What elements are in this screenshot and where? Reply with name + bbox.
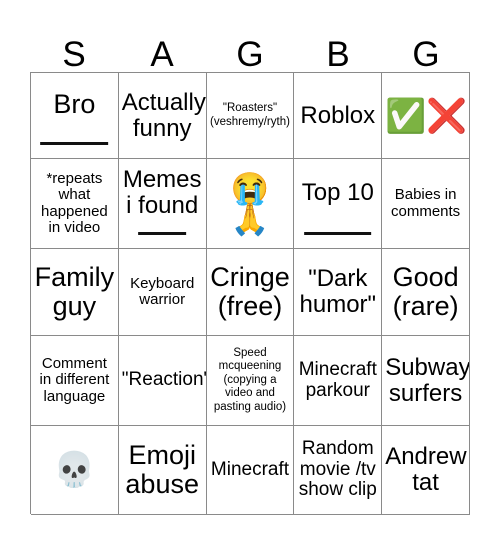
- bingo-cell-label: 😭 🙏: [230, 170, 270, 237]
- bingo-cell-label: Random movie /tv show clip: [298, 438, 377, 501]
- bingo-cell[interactable]: "Reaction": [118, 336, 207, 426]
- bingo-header-row: S A G B G: [30, 24, 470, 72]
- bingo-cell-label: Minecraft parkour: [298, 358, 377, 401]
- bingo-cell[interactable]: Actually funny: [118, 73, 207, 159]
- bingo-cell[interactable]: Cringe (free): [206, 249, 295, 336]
- bingo-cell[interactable]: Roblox: [294, 73, 383, 159]
- bingo-cell[interactable]: Andrew tat: [382, 426, 470, 515]
- bingo-cell-label: *repeats what happened in video: [41, 170, 108, 236]
- bingo-cell-label: 💀: [53, 451, 96, 489]
- bingo-cell[interactable]: Bro: [31, 73, 119, 159]
- bingo-cell-label: "Reaction": [121, 369, 207, 391]
- bingo-cell[interactable]: Family guy: [31, 249, 119, 336]
- bingo-cell-label: Comment in different language: [39, 355, 110, 405]
- bingo-cell-underline: [303, 232, 372, 235]
- bingo-cell[interactable]: Keyboard warrior: [118, 249, 207, 336]
- bingo-cell[interactable]: Emoji abuse: [118, 426, 207, 515]
- bingo-cell-label: Minecraft: [210, 458, 290, 480]
- bingo-cell-label: Babies in comments: [391, 186, 461, 220]
- bingo-cell-label: "Roasters" (veshremy/ryth): [210, 101, 290, 128]
- bingo-cell[interactable]: *repeats what happened in video: [31, 159, 119, 249]
- bingo-cell-label: Speed mcqueening (copying a video and pa…: [213, 346, 287, 413]
- bingo-cell-label: Cringe (free): [210, 261, 290, 321]
- bingo-cell-label: Bro: [53, 88, 96, 119]
- bingo-cell-label: Subway surfers: [385, 353, 470, 407]
- bingo-cell-label: Keyboard warrior: [130, 274, 195, 308]
- bingo-cell[interactable]: Subway surfers: [382, 336, 470, 426]
- bingo-cell-underline: [138, 232, 187, 235]
- bingo-header-letter-2: G: [236, 35, 264, 74]
- bingo-cell-label: Good (rare): [392, 261, 459, 321]
- bingo-cell[interactable]: 💀: [31, 426, 119, 515]
- bingo-cell-label: Actually funny: [121, 88, 206, 142]
- bingo-cell[interactable]: Memes i found: [118, 159, 207, 249]
- bingo-cell[interactable]: Comment in different language: [31, 336, 119, 426]
- bingo-header-letter-4: G: [412, 35, 440, 74]
- bingo-grid: Bro Actually funny "Roasters" (veshremy/ry…: [30, 72, 470, 515]
- bingo-cell[interactable]: Random movie /tv show clip: [294, 426, 383, 515]
- bingo-cell-label: Memes i found: [122, 165, 202, 219]
- bingo-cell[interactable]: Minecraft parkour: [294, 336, 383, 426]
- bingo-cell[interactable]: Babies in comments: [382, 159, 470, 249]
- bingo-cell-label: Top 10: [301, 178, 374, 206]
- bingo-header-letter-0: S: [62, 35, 86, 74]
- bingo-cell-underline: [40, 142, 109, 145]
- bingo-cell-label: "Dark humor": [299, 265, 377, 318]
- bingo-cell[interactable]: Minecraft: [206, 426, 295, 515]
- bingo-cell[interactable]: Good (rare): [382, 249, 470, 336]
- bingo-cell[interactable]: 😭 🙏: [206, 159, 295, 249]
- bingo-cell-label: ✅❌: [385, 97, 468, 134]
- bingo-header-letter-3: B: [326, 35, 350, 74]
- bingo-cell-label: Roblox: [300, 101, 376, 129]
- bingo-cell-label: Emoji abuse: [125, 439, 199, 499]
- bingo-cell[interactable]: Top 10: [294, 159, 383, 249]
- bingo-cell-label: Andrew tat: [385, 443, 467, 496]
- bingo-header-letter-1: A: [150, 35, 174, 74]
- bingo-cell[interactable]: "Dark humor": [294, 249, 383, 336]
- bingo-card: S A G B G Bro Actually funny "Roasters" (v…: [0, 0, 500, 544]
- bingo-cell[interactable]: ✅❌: [382, 73, 470, 159]
- bingo-cell[interactable]: Speed mcqueening (copying a video and pa…: [206, 336, 295, 426]
- bingo-cell[interactable]: "Roasters" (veshremy/ryth): [206, 73, 295, 159]
- bingo-cell-label: Family guy: [34, 261, 115, 321]
